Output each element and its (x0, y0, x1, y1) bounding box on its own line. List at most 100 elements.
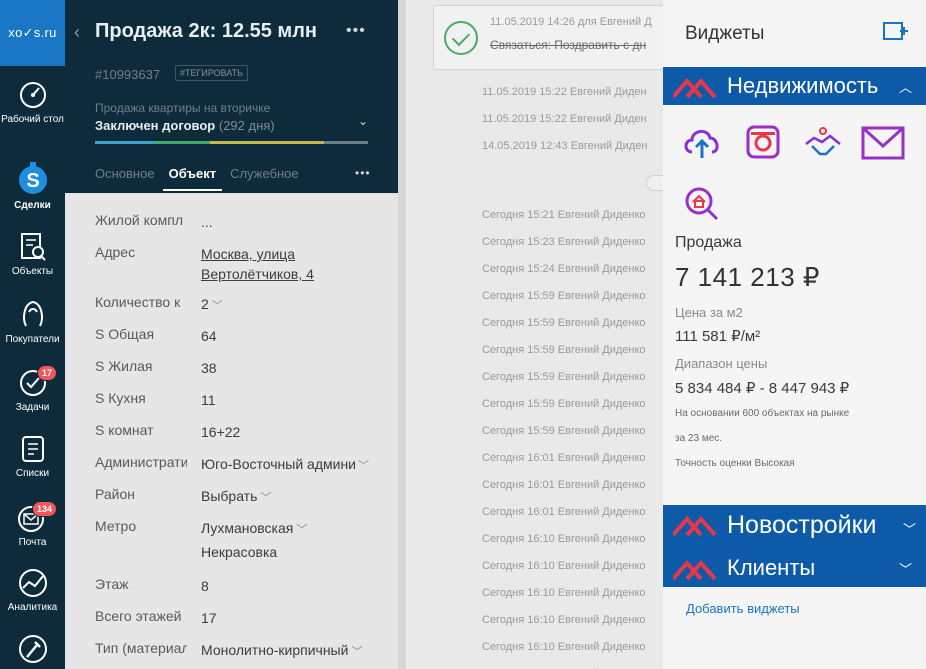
material-select[interactable]: Монолитно-кирпичный ﹀ (201, 640, 371, 662)
nav-item-settings[interactable] (0, 633, 65, 668)
deals-icon: S (18, 162, 47, 194)
nav-item-lists[interactable]: Списки (0, 434, 65, 480)
field-label: S Кухня (95, 390, 146, 406)
feed-entry[interactable]: Сегодня 16:10 Евгений Диденко (482, 560, 646, 572)
rooms-select[interactable]: 2 ﹀ (201, 294, 381, 316)
field-value[interactable]: 38 (201, 358, 381, 378)
tab-object[interactable]: Объект (162, 166, 222, 191)
feed-entry[interactable]: Сегодня 15:59 Евгений Диденко (482, 317, 646, 329)
deal-header: ‹ Продажа 2к: 12.55 млн ••• #10993637 #Т… (65, 0, 398, 193)
feed-entry[interactable]: Сегодня 15:23 Евгений Диденко (482, 236, 646, 248)
field-label: Район (95, 486, 135, 502)
feed-entry[interactable]: 11.05.2019 15:22 Евгений Диден (482, 86, 647, 98)
nav-item-mail[interactable]: Почта 134 (0, 501, 65, 549)
chevron-down-icon[interactable]: ⌄ (358, 114, 368, 128)
mail-badge: 134 (32, 501, 58, 517)
field-value[interactable]: 11 (201, 390, 381, 410)
section-realty[interactable]: Недвижимость ︿ (663, 67, 926, 105)
nav-item-tasks[interactable]: Задачи 17 (0, 365, 65, 414)
section-clients[interactable]: Клиенты ﹀ (663, 549, 926, 587)
progress-segment (95, 141, 155, 144)
tasks-badge: 17 (37, 365, 58, 381)
feed-entry[interactable]: 14.05.2019 12:43 Евгений Диден (482, 140, 647, 152)
feed-entry[interactable]: Сегодня 15:59 Евгений Диденко (482, 398, 646, 410)
feed-entry[interactable]: Сегодня 16:01 Евгений Диденко (482, 479, 646, 491)
feed-entry[interactable]: Сегодня 15:59 Евгений Диденко (482, 290, 646, 302)
add-widgets-link[interactable]: Добавить виджеты (686, 601, 800, 616)
feed-entry[interactable]: Сегодня 16:01 Евгений Диденко (482, 452, 646, 464)
address-link[interactable]: Москва, улица Вертолётчиков, 4 (201, 244, 341, 284)
price-per-m2-label: Цена за м2 (675, 305, 743, 320)
section-newbuilds[interactable]: Новостройки ﹀ (663, 505, 926, 549)
field-label: Тип (материал (95, 640, 187, 656)
field-value[interactable]: 16+22 (201, 422, 381, 442)
cloud-upload-icon[interactable] (682, 124, 722, 160)
price-per-m2: 111 581 ₽/м² (675, 328, 761, 345)
field-label: S Общая (95, 326, 155, 342)
district-admin-select[interactable]: Юго-Восточный админи ﹀ (201, 454, 371, 476)
email-icon[interactable] (861, 126, 905, 160)
tabs-more-icon[interactable]: ••• (355, 166, 371, 180)
field-label: Количество к (95, 294, 181, 310)
nav-item-dashboard[interactable]: Рабочий стол (0, 80, 65, 126)
add-widget-icon[interactable] (883, 20, 909, 42)
field-label: Всего этажей (95, 608, 182, 624)
logo[interactable]: xo✓s.ru (0, 0, 65, 66)
estimate-period: за 23 мес. (675, 433, 723, 444)
area-select[interactable]: Выбрать ﹀ (201, 486, 381, 508)
nav-item-objects[interactable]: Объекты (0, 232, 65, 278)
field-value[interactable]: 8 (201, 576, 381, 596)
estimated-price: 7 141 213 ₽ (675, 262, 820, 292)
feed-entry[interactable]: Сегодня 15:59 Евгений Диденко (482, 371, 646, 383)
feed-entry[interactable]: Сегодня 15:24 Евгений Диденко (482, 263, 646, 275)
estimate-accuracy: Точность оценки Высокая (675, 458, 795, 469)
lists-icon (21, 436, 44, 462)
feed-entry[interactable]: Сегодня 15:59 Евгений Диденко (482, 344, 646, 356)
field-value[interactable]: ... (201, 212, 381, 232)
field-value[interactable]: 17 (201, 608, 381, 628)
feed-entry[interactable]: Сегодня 16:10 Евгений Диденко (482, 587, 646, 599)
chevron-down-icon: ﹀ (260, 492, 272, 504)
deal-menu-icon[interactable]: ••• (346, 22, 366, 40)
field-value[interactable]: 64 (201, 326, 381, 346)
roof-logo-icon (673, 559, 717, 581)
feed-entry[interactable]: Сегодня 16:10 Евгений Диденко (482, 533, 646, 545)
main-nav: xo✓s.ru Рабочий стол S Сделки Объекты По… (0, 0, 65, 669)
instagram-icon[interactable] (745, 124, 781, 160)
price-range-label: Диапазон цены (675, 356, 768, 371)
tab-main[interactable]: Основное (95, 166, 155, 189)
widgets-panel: Виджеты Недвижимость ︿ Продажа 7 141 213… (663, 0, 926, 669)
feed-entry[interactable]: Сегодня 16:10 Евгений Диденко (482, 641, 646, 653)
roof-logo-icon (673, 77, 717, 99)
chevron-down-icon: ﹀ (902, 522, 916, 537)
field-label: S Жилая (95, 358, 153, 374)
task-card[interactable]: 11.05.2019 14:26 для Евгений Д Связаться… (433, 5, 673, 70)
feed-entry[interactable]: 11.05.2019 15:22 Евгений Диден (482, 113, 647, 125)
task-text: Связаться: Поздравить с дн (490, 38, 647, 52)
field-value: Выбрать (201, 488, 258, 504)
feed-entry[interactable]: Сегодня 16:01 Евгений Диденко (482, 506, 646, 518)
feed-entry[interactable]: Сегодня 16:10 Евгений Диденко (482, 614, 646, 626)
tab-service[interactable]: Служебное (230, 166, 299, 189)
progress-segment (324, 141, 368, 144)
roof-logo-icon (673, 515, 717, 537)
estimate-basis: На основании 600 объектах на рынке (675, 408, 850, 419)
chevron-down-icon: ﹀ (211, 300, 223, 312)
nav-item-buyers[interactable]: Покупатели (0, 298, 65, 346)
nav-label: Сделки (14, 200, 51, 211)
home-search-icon[interactable] (684, 186, 720, 222)
field-value: Монолитно-кирпичный (201, 642, 349, 658)
deal-title: Продажа 2к: 12.55 млн (95, 20, 318, 42)
handshake-icon[interactable] (804, 124, 842, 160)
feed-entry[interactable]: Сегодня 15:59 Евгений Диденко (482, 425, 646, 437)
feed-entry[interactable]: Сегодня 15:21 Евгений Диденко (482, 209, 646, 221)
nav-item-analytics[interactable]: Аналитика (0, 568, 65, 614)
nav-item-deals[interactable]: S Сделки (0, 162, 65, 212)
nav-label: Аналитика (7, 602, 58, 613)
chevron-down-icon: ﹀ (898, 562, 912, 577)
back-arrow-icon[interactable]: ‹ (74, 22, 80, 43)
deal-stage[interactable]: Заключен договор (292 дня) (95, 118, 275, 133)
task-done-icon[interactable] (444, 21, 478, 55)
tag-button[interactable]: #ТЕГИРОВАТЬ (175, 65, 249, 81)
metro-select[interactable]: Лухмановская ﹀ (201, 518, 381, 540)
